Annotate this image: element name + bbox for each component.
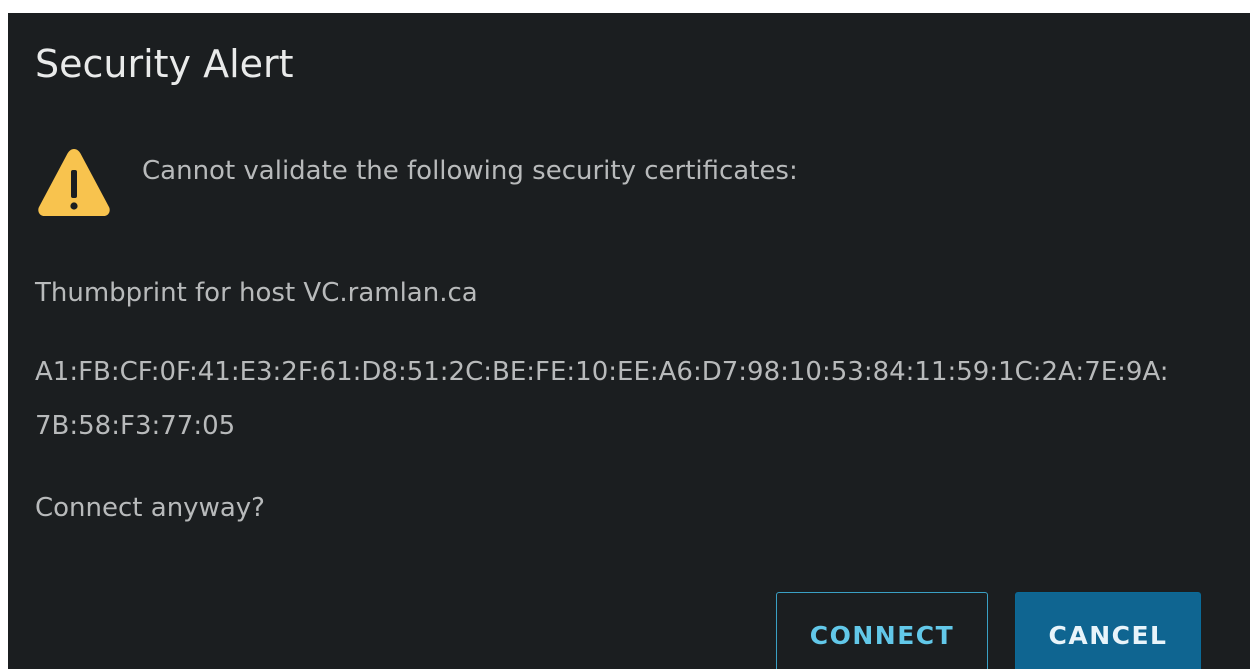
security-alert-dialog: Security Alert Cannot validate the follo… [8, 13, 1250, 669]
warning-message: Cannot validate the following security c… [142, 156, 798, 186]
connect-button[interactable]: CONNECT [776, 592, 988, 669]
thumbprint-host-label: Thumbprint for host VC.ramlan.ca [35, 278, 478, 308]
dialog-title: Security Alert [35, 42, 294, 86]
cancel-button[interactable]: CANCEL [1015, 592, 1201, 669]
thumbprint-value: A1:FB:CF:0F:41:E3:2F:61:D8:51:2C:BE:FE:1… [35, 357, 1169, 441]
warning-triangle-icon [38, 149, 110, 216]
connect-question: Connect anyway? [35, 493, 265, 523]
